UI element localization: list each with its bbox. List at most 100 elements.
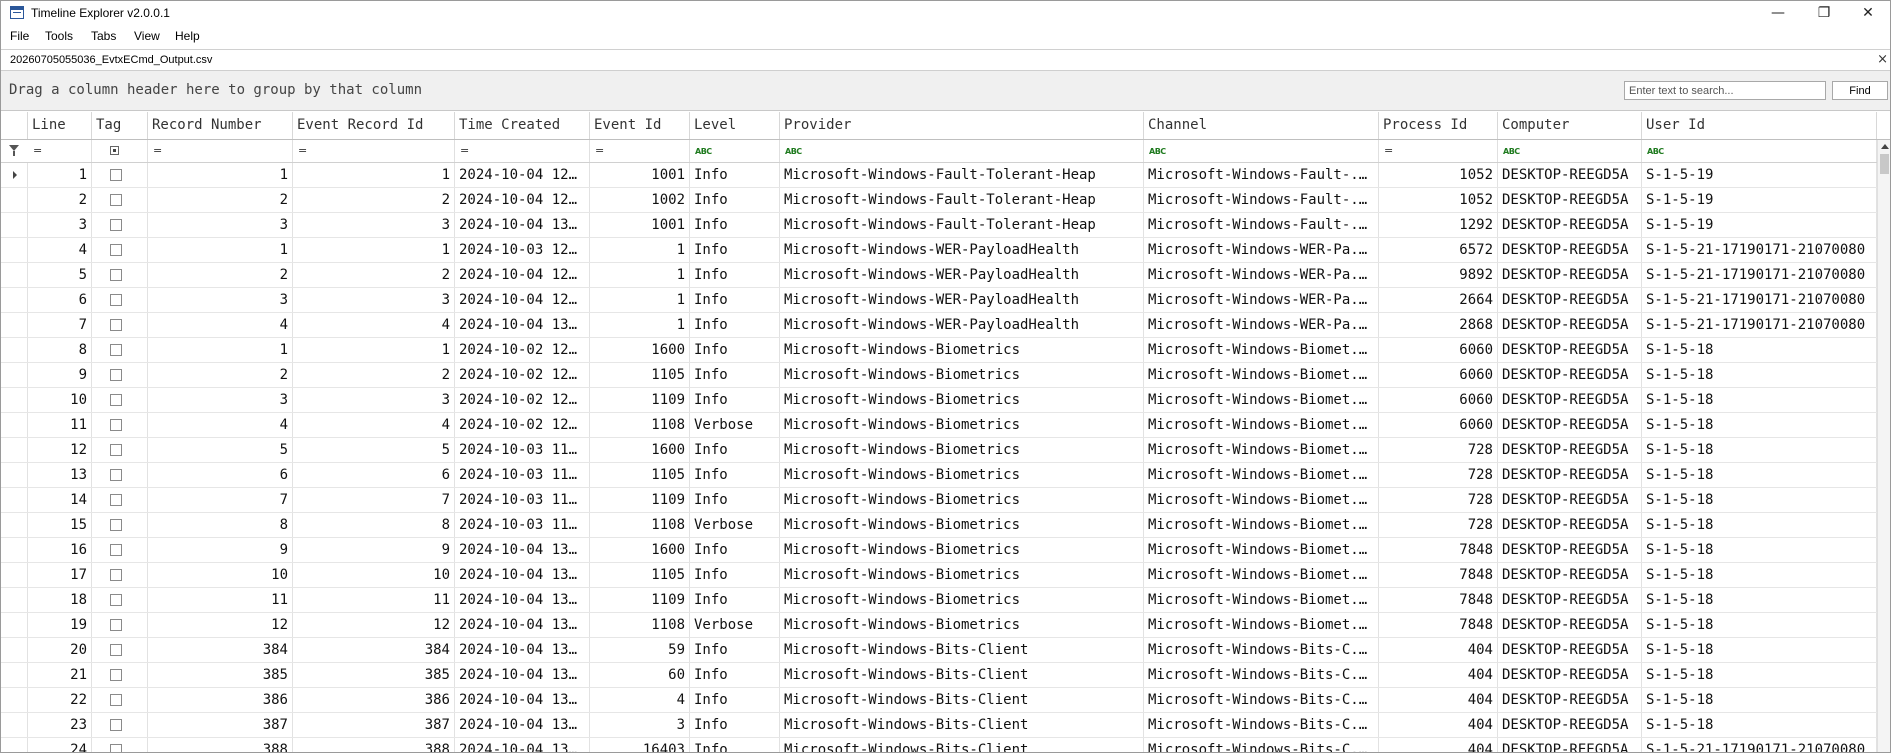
cell-user-id-col[interactable]: S-1-5-18 xyxy=(1642,438,1877,462)
cell-time-created-col[interactable]: 2024-10-04 12... xyxy=(455,188,590,212)
cell-record-number-col[interactable]: 386 xyxy=(148,688,293,712)
cell-time-created-col[interactable]: 2024-10-02 12... xyxy=(455,413,590,437)
cell-process-id-col[interactable]: 728 xyxy=(1379,488,1498,512)
cell-provider-col[interactable]: Microsoft-Windows-Bits-Client xyxy=(780,713,1144,737)
cell-channel-col[interactable]: Microsoft-Windows-Biomet... xyxy=(1144,538,1379,562)
cell-user-id-col[interactable]: S-1-5-18 xyxy=(1642,388,1877,412)
filter-cell-provider-col[interactable]: ABC xyxy=(780,140,1144,162)
cell-computer-col[interactable]: DESKTOP-REEGD5A xyxy=(1498,163,1642,187)
cell-level-col[interactable]: Info xyxy=(690,638,780,662)
cell-record-number-col[interactable]: 2 xyxy=(148,363,293,387)
cell-channel-col[interactable]: Microsoft-Windows-Biomet... xyxy=(1144,463,1379,487)
cell-event-record-id-col[interactable]: 9 xyxy=(293,538,455,562)
column-header-channel-col[interactable]: Channel xyxy=(1144,112,1379,139)
cell-line-col[interactable]: 23 xyxy=(28,713,92,737)
cell-user-id-col[interactable]: S-1-5-18 xyxy=(1642,713,1877,737)
cell-computer-col[interactable]: DESKTOP-REEGD5A xyxy=(1498,663,1642,687)
cell-user-id-col[interactable]: S-1-5-18 xyxy=(1642,638,1877,662)
cell-line-col[interactable]: 12 xyxy=(28,438,92,462)
vertical-scrollbar[interactable] xyxy=(1877,140,1891,753)
file-tab[interactable]: 20260705055036_EvtxECmd_Output.csv xyxy=(4,50,219,70)
cell-channel-col[interactable]: Microsoft-Windows-Biomet... xyxy=(1144,388,1379,412)
cell-event-id-col[interactable]: 16403 xyxy=(590,738,690,753)
tag-checkbox[interactable] xyxy=(110,194,122,206)
cell-computer-col[interactable]: DESKTOP-REEGD5A xyxy=(1498,463,1642,487)
cell-user-id-col[interactable]: S-1-5-18 xyxy=(1642,463,1877,487)
tag-checkbox[interactable] xyxy=(110,219,122,231)
row-indicator-cell[interactable] xyxy=(0,638,28,662)
cell-record-number-col[interactable]: 5 xyxy=(148,438,293,462)
cell-event-id-col[interactable]: 1600 xyxy=(590,338,690,362)
cell-level-col[interactable]: Verbose xyxy=(690,513,780,537)
column-header-level-col[interactable]: Level xyxy=(690,112,780,139)
table-row[interactable]: 19 12 12 2024-10-04 13... 1108 Verbose Microso… xyxy=(0,613,1891,638)
cell-computer-col[interactable]: DESKTOP-REEGD5A xyxy=(1498,738,1642,753)
menu-help[interactable]: Help xyxy=(175,29,200,43)
cell-channel-col[interactable]: Microsoft-Windows-Biomet... xyxy=(1144,588,1379,612)
table-row[interactable]: 4 1 1 2024-10-03 12... 1 Info Microsoft-Window… xyxy=(0,238,1891,263)
column-header-user-id-col[interactable]: User Id xyxy=(1642,112,1877,139)
table-row[interactable]: 6 3 3 2024-10-04 12... 1 Info Microsoft-Window… xyxy=(0,288,1891,313)
cell-provider-col[interactable]: Microsoft-Windows-Biometrics xyxy=(780,613,1144,637)
cell-computer-col[interactable]: DESKTOP-REEGD5A xyxy=(1498,213,1642,237)
restore-button[interactable]: ❐ xyxy=(1801,0,1847,26)
cell-user-id-col[interactable]: S-1-5-18 xyxy=(1642,538,1877,562)
cell-time-created-col[interactable]: 2024-10-04 13... xyxy=(455,613,590,637)
tag-checkbox[interactable] xyxy=(110,369,122,381)
cell-provider-col[interactable]: Microsoft-Windows-Bits-Client xyxy=(780,638,1144,662)
cell-provider-col[interactable]: Microsoft-Windows-Biometrics xyxy=(780,463,1144,487)
cell-event-id-col[interactable]: 1600 xyxy=(590,438,690,462)
cell-process-id-col[interactable]: 728 xyxy=(1379,438,1498,462)
cell-channel-col[interactable]: Microsoft-Windows-WER-Pa... xyxy=(1144,288,1379,312)
cell-record-number-col[interactable]: 1 xyxy=(148,238,293,262)
cell-record-number-col[interactable]: 4 xyxy=(148,413,293,437)
cell-record-number-col[interactable]: 1 xyxy=(148,338,293,362)
cell-process-id-col[interactable]: 728 xyxy=(1379,463,1498,487)
cell-computer-col[interactable]: DESKTOP-REEGD5A xyxy=(1498,338,1642,362)
row-indicator-cell[interactable] xyxy=(0,513,28,537)
row-indicator-cell[interactable] xyxy=(0,738,28,753)
cell-computer-col[interactable]: DESKTOP-REEGD5A xyxy=(1498,263,1642,287)
table-row[interactable]: 17 10 10 2024-10-04 13... 1105 Info Microsoft-… xyxy=(0,563,1891,588)
cell-event-record-id-col[interactable]: 10 xyxy=(293,563,455,587)
cell-computer-col[interactable]: DESKTOP-REEGD5A xyxy=(1498,538,1642,562)
cell-event-id-col[interactable]: 60 xyxy=(590,663,690,687)
cell-event-id-col[interactable]: 3 xyxy=(590,713,690,737)
cell-event-id-col[interactable]: 1600 xyxy=(590,538,690,562)
row-indicator-cell[interactable] xyxy=(0,713,28,737)
cell-level-col[interactable]: Info xyxy=(690,488,780,512)
cell-computer-col[interactable]: DESKTOP-REEGD5A xyxy=(1498,438,1642,462)
cell-time-created-col[interactable]: 2024-10-04 13... xyxy=(455,588,590,612)
tag-checkbox[interactable] xyxy=(110,444,122,456)
row-indicator-cell[interactable] xyxy=(0,288,28,312)
minimize-button[interactable]: — xyxy=(1755,0,1801,26)
cell-event-record-id-col[interactable]: 7 xyxy=(293,488,455,512)
cell-process-id-col[interactable]: 7848 xyxy=(1379,613,1498,637)
cell-user-id-col[interactable]: S-1-5-18 xyxy=(1642,488,1877,512)
cell-process-id-col[interactable]: 404 xyxy=(1379,638,1498,662)
table-row[interactable]: 22 386 386 2024-10-04 13... 4 Info Microsoft-W… xyxy=(0,688,1891,713)
cell-provider-col[interactable]: Microsoft-Windows-Fault-Tolerant-Heap xyxy=(780,188,1144,212)
cell-computer-col[interactable]: DESKTOP-REEGD5A xyxy=(1498,363,1642,387)
cell-user-id-col[interactable]: S-1-5-18 xyxy=(1642,413,1877,437)
cell-record-number-col[interactable]: 3 xyxy=(148,213,293,237)
menu-file[interactable]: File xyxy=(10,29,29,43)
row-indicator-cell[interactable] xyxy=(0,213,28,237)
table-row[interactable]: 15 8 8 2024-10-03 11... 1108 Verbose Microsoft… xyxy=(0,513,1891,538)
row-indicator-cell[interactable] xyxy=(0,688,28,712)
table-row[interactable]: 1 1 1 2024-10-04 12... 1001 Info Microsoft-Win… xyxy=(0,163,1891,188)
cell-computer-col[interactable]: DESKTOP-REEGD5A xyxy=(1498,238,1642,262)
cell-line-col[interactable]: 13 xyxy=(28,463,92,487)
cell-event-record-id-col[interactable]: 12 xyxy=(293,613,455,637)
cell-time-created-col[interactable]: 2024-10-04 12... xyxy=(455,288,590,312)
cell-channel-col[interactable]: Microsoft-Windows-Bits-C... xyxy=(1144,713,1379,737)
cell-provider-col[interactable]: Microsoft-Windows-Bits-Client xyxy=(780,738,1144,753)
cell-line-col[interactable]: 3 xyxy=(28,213,92,237)
tag-checkbox[interactable] xyxy=(110,244,122,256)
cell-computer-col[interactable]: DESKTOP-REEGD5A xyxy=(1498,388,1642,412)
cell-event-record-id-col[interactable]: 8 xyxy=(293,513,455,537)
table-row[interactable]: 20 384 384 2024-10-04 13... 59 Info Microsoft-… xyxy=(0,638,1891,663)
table-row[interactable]: 8 1 1 2024-10-02 12... 1600 Info Microsoft-Win… xyxy=(0,338,1891,363)
row-indicator-cell[interactable] xyxy=(0,313,28,337)
cell-level-col[interactable]: Info xyxy=(690,363,780,387)
